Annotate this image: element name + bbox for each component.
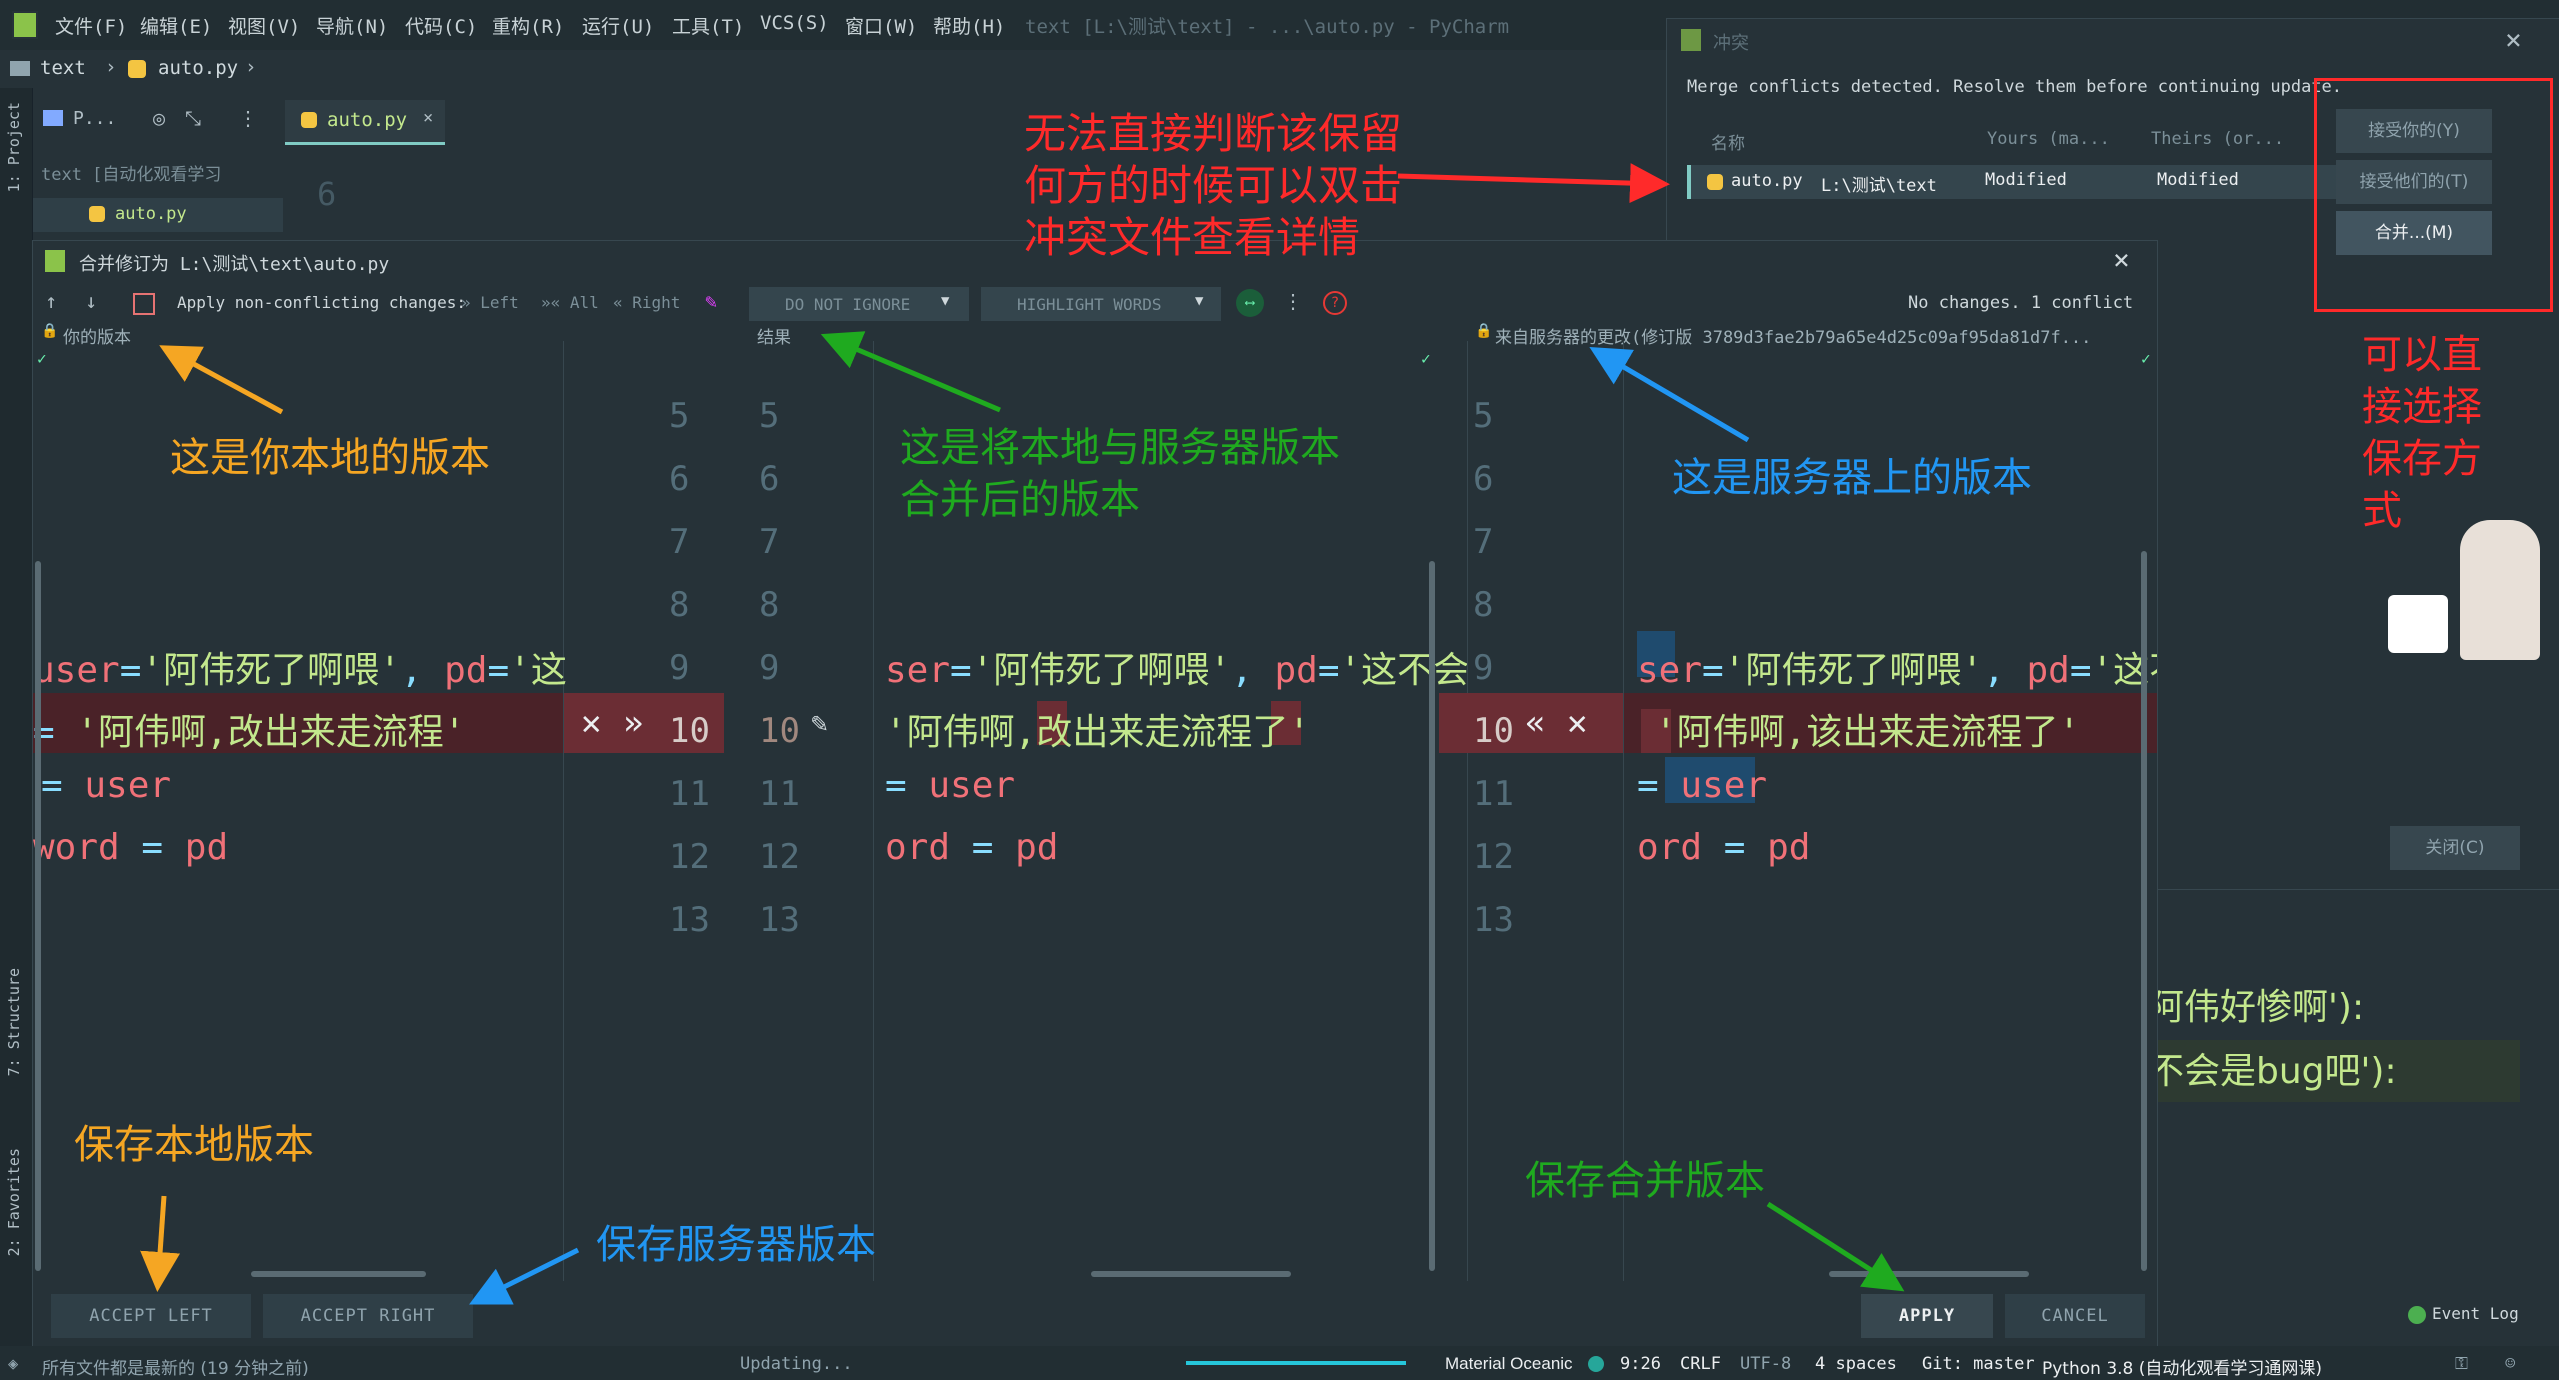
arrow-blue-server <box>1589 346 1750 443</box>
arrow-orange-save-local <box>140 1195 181 1292</box>
arrow-orange-local <box>159 345 284 415</box>
arrow-green-save-merged <box>1766 1201 1905 1292</box>
annotation-arrows <box>140 163 1905 1305</box>
arrow-blue-save-server <box>469 1247 580 1305</box>
arrow-green-merged <box>820 331 1001 413</box>
arrow-red <box>1397 163 1670 204</box>
